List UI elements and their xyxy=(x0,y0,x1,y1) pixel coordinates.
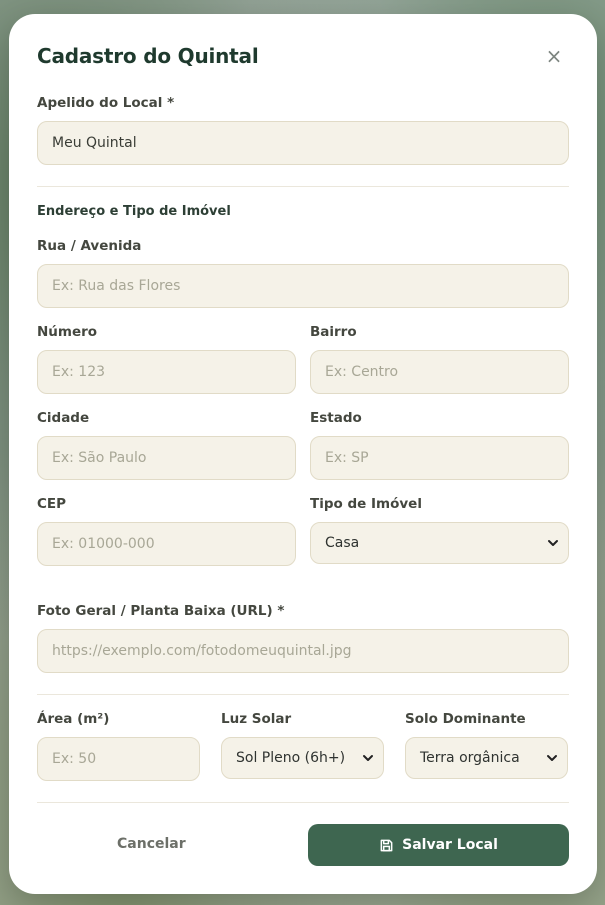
number-input[interactable] xyxy=(37,350,296,394)
zip-input[interactable] xyxy=(37,522,296,566)
sunlight-select[interactable]: Sol Pleno (6h+) xyxy=(221,737,384,779)
number-label: Número xyxy=(37,324,98,340)
area-input[interactable] xyxy=(37,737,200,781)
garden-registration-dialog: Cadastro do Quintal × Apelido do Local *… xyxy=(9,14,597,894)
sunlight-value: Sol Pleno (6h+) xyxy=(236,750,346,766)
photo-url-label: Foto Geral / Planta Baixa (URL) * xyxy=(37,603,285,619)
soil-label: Solo Dominante xyxy=(405,711,526,727)
street-label: Rua / Avenida xyxy=(37,238,142,254)
city-label: Cidade xyxy=(37,410,90,426)
nickname-input[interactable] xyxy=(37,121,569,165)
cancel-button[interactable]: Cancelar xyxy=(117,836,186,852)
nickname-label: Apelido do Local * xyxy=(37,95,175,111)
divider xyxy=(37,802,569,803)
divider xyxy=(37,694,569,695)
zip-label: CEP xyxy=(37,496,67,512)
address-section-heading: Endereço e Tipo de Imóvel xyxy=(37,204,231,219)
close-icon[interactable]: × xyxy=(545,46,563,66)
city-input[interactable] xyxy=(37,436,296,480)
chevron-down-icon xyxy=(548,540,558,546)
chevron-down-icon xyxy=(363,755,373,761)
property-type-label: Tipo de Imóvel xyxy=(310,496,422,512)
neighborhood-label: Bairro xyxy=(310,324,357,340)
chevron-down-icon xyxy=(547,755,557,761)
property-type-select[interactable]: Casa xyxy=(310,522,569,564)
sunlight-label: Luz Solar xyxy=(221,711,292,727)
state-input[interactable] xyxy=(310,436,569,480)
save-icon xyxy=(380,839,393,851)
neighborhood-input[interactable] xyxy=(310,350,569,394)
dialog-title: Cadastro do Quintal xyxy=(37,44,259,68)
property-type-value: Casa xyxy=(325,535,360,551)
soil-value: Terra orgânica xyxy=(420,750,520,766)
soil-select[interactable]: Terra orgânica xyxy=(405,737,568,779)
divider xyxy=(37,186,569,187)
save-button-label: Salvar Local xyxy=(402,837,498,853)
street-input[interactable] xyxy=(37,264,569,308)
area-label: Área (m²) xyxy=(37,711,110,727)
photo-url-input[interactable] xyxy=(37,629,569,673)
save-button[interactable]: Salvar Local xyxy=(308,824,569,866)
state-label: Estado xyxy=(310,410,362,426)
